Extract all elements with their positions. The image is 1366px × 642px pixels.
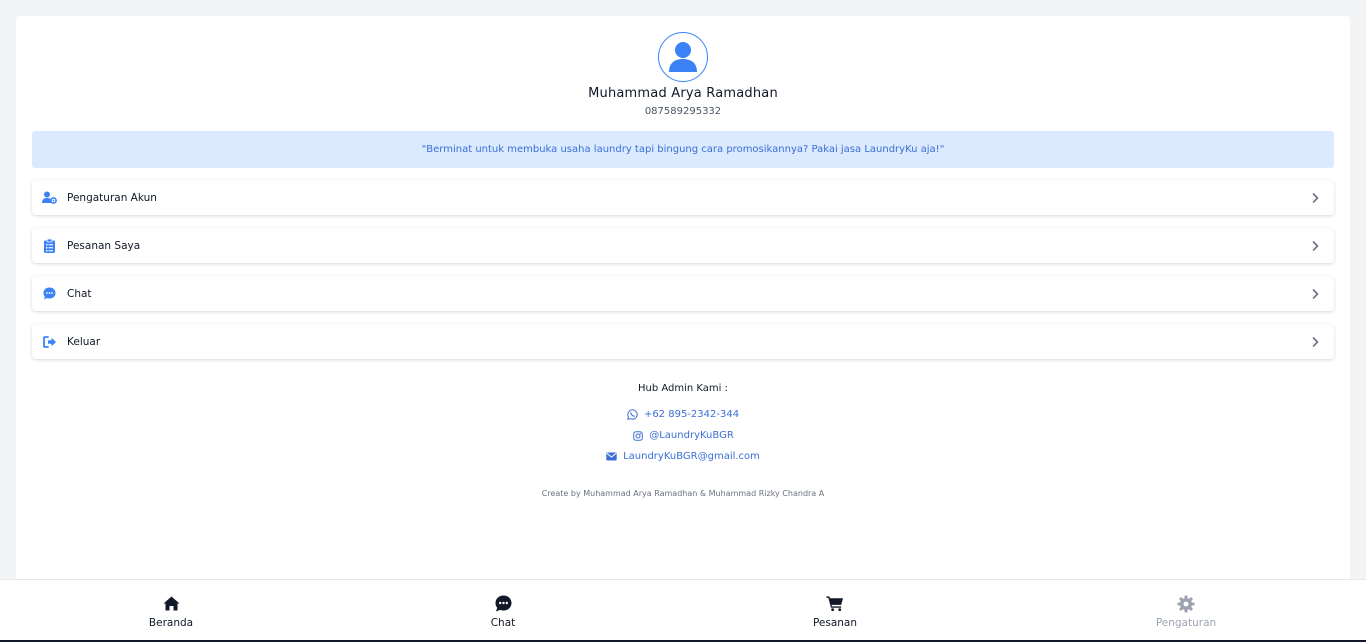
bottom-navigation: Beranda Chat Pesanan Pengaturan	[0, 579, 1366, 642]
menu-item-label: Pesanan Saya	[67, 239, 141, 252]
nav-beranda[interactable]: Beranda	[71, 580, 271, 642]
chevron-right-icon	[1310, 192, 1320, 203]
contact-title: Hub Admin Kami :	[637, 383, 728, 394]
chat-bubble-icon	[42, 286, 57, 301]
logout-icon	[42, 334, 57, 349]
chevron-right-icon	[1310, 336, 1320, 347]
menu-item-pesanan-saya[interactable]: Pesanan Saya	[32, 228, 1334, 263]
menu-item-pengaturan-akun[interactable]: Pengaturan Akun	[32, 180, 1334, 215]
whatsapp-number: +62 895-2342-344	[643, 409, 740, 420]
chat-icon	[494, 595, 512, 613]
email-address: LaundryKuBGR@gmail.com	[623, 451, 760, 462]
home-icon	[162, 595, 180, 613]
nav-label: Pesanan	[812, 616, 858, 629]
menu-item-label: Keluar	[67, 335, 101, 348]
contact-email[interactable]: LaundryKuBGR@gmail.com	[16, 451, 1350, 462]
nav-label: Chat	[490, 616, 516, 629]
cart-icon	[826, 595, 844, 613]
user-gear-icon	[42, 190, 57, 205]
credits-text: Create by Muhammad Arya Ramadhan & Muham…	[541, 489, 825, 498]
nav-pengaturan[interactable]: Pengaturan	[1086, 580, 1286, 642]
envelope-icon	[606, 451, 617, 462]
nav-label: Beranda	[148, 616, 194, 629]
menu-item-keluar[interactable]: Keluar	[32, 324, 1334, 359]
instagram-icon	[632, 430, 643, 441]
menu-item-chat[interactable]: Chat	[32, 276, 1334, 311]
contact-whatsapp[interactable]: +62 895-2342-344	[16, 409, 1350, 420]
instagram-handle: @LaundryKuBGR	[649, 430, 734, 441]
gear-icon	[1177, 595, 1195, 613]
chevron-right-icon	[1310, 240, 1320, 251]
menu-item-label: Chat	[67, 287, 92, 300]
profile-name: Muhammad Arya Ramadhan	[588, 86, 778, 101]
whatsapp-icon	[627, 409, 638, 420]
clipboard-list-icon	[42, 238, 57, 253]
profile-phone: 087589295332	[644, 106, 722, 117]
nav-label: Pengaturan	[1155, 616, 1217, 629]
chevron-right-icon	[1310, 288, 1320, 299]
promo-banner: "Berminat untuk membuka usaha laundry ta…	[32, 131, 1334, 168]
nav-chat[interactable]: Chat	[403, 580, 603, 642]
promo-text: "Berminat untuk membuka usaha laundry ta…	[421, 144, 945, 155]
profile-card: Muhammad Arya Ramadhan 087589295332 "Ber…	[16, 16, 1350, 586]
menu-item-label: Pengaturan Akun	[67, 191, 157, 204]
user-avatar-icon	[658, 32, 708, 82]
nav-pesanan[interactable]: Pesanan	[735, 580, 935, 642]
contact-instagram[interactable]: @LaundryKuBGR	[16, 430, 1350, 441]
